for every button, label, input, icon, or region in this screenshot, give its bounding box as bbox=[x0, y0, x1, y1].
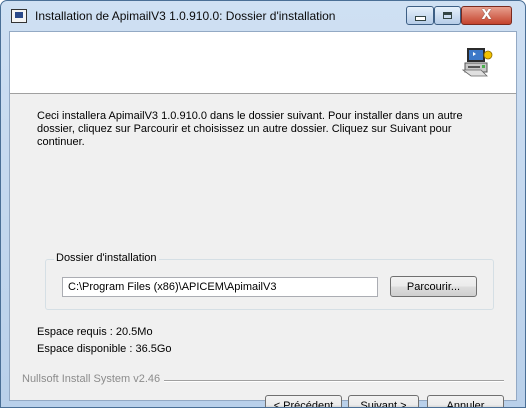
dialog-client-area: Ceci installera ApimailV3 1.0.910.0 dans… bbox=[9, 31, 517, 407]
space-required-text: Espace requis : 20.5Mo bbox=[37, 326, 153, 338]
close-icon: X bbox=[481, 8, 492, 23]
app-installer-icon bbox=[11, 9, 27, 23]
install-folder-group: Dossier d'installation C:\Program Files … bbox=[45, 252, 494, 310]
next-button[interactable]: Suivant > bbox=[348, 395, 419, 407]
install-folder-label: Dossier d'installation bbox=[54, 252, 159, 264]
back-button[interactable]: < Précédent bbox=[265, 395, 342, 407]
installer-window: Installation de ApimailV3 1.0.910.0: Dos… bbox=[0, 0, 526, 408]
close-button[interactable]: X bbox=[461, 6, 512, 25]
header-banner bbox=[10, 32, 516, 94]
maximize-icon bbox=[443, 12, 452, 19]
install-path-input[interactable]: C:\Program Files (x86)\APICEM\ApimailV3 bbox=[62, 277, 378, 297]
maximize-button[interactable] bbox=[434, 6, 461, 25]
minimize-button[interactable] bbox=[406, 6, 434, 25]
cancel-button[interactable]: Annuler bbox=[427, 395, 504, 407]
minimize-icon bbox=[414, 16, 426, 21]
space-available-text: Espace disponible : 36.5Go bbox=[37, 343, 172, 355]
browse-button[interactable]: Parcourir... bbox=[390, 276, 477, 297]
description-text: Ceci installera ApimailV3 1.0.910.0 dans… bbox=[37, 110, 463, 148]
title-bar[interactable]: Installation de ApimailV3 1.0.910.0: Dos… bbox=[1, 1, 525, 31]
window-title: Installation de ApimailV3 1.0.910.0: Dos… bbox=[35, 9, 336, 23]
installer-computer-icon bbox=[461, 48, 493, 77]
nsis-branding-text: Nullsoft Install System v2.46 bbox=[22, 373, 165, 385]
